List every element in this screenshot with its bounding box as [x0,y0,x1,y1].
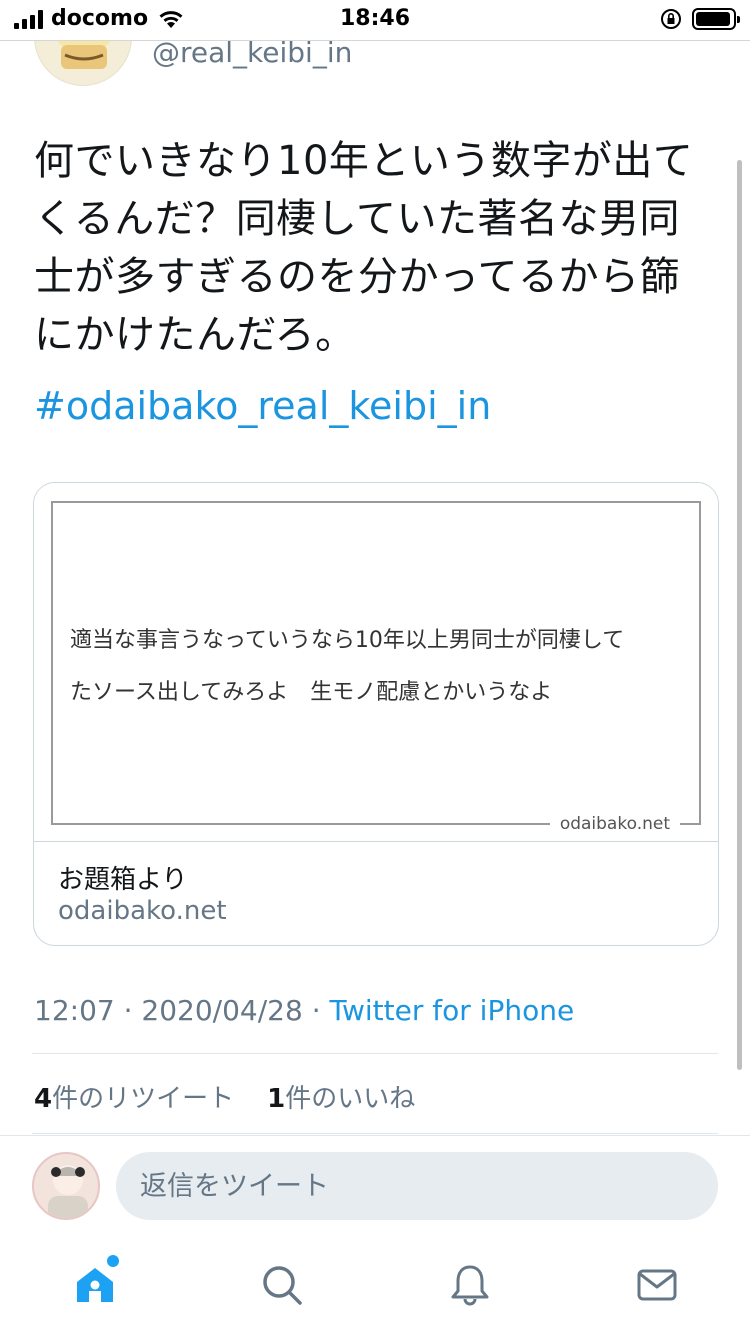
meta-divider [32,1053,718,1054]
status-bar: docomo 18:46 [0,0,750,40]
tweet-text: 何でいきなり10年という数字が出て くるんだ？同棲していた著名な男同 士が多すぎ… [34,138,694,358]
card-site: odaibako.net [58,896,227,926]
tweet-source-link[interactable]: Twitter for iPhone [330,994,575,1027]
link-card[interactable]: 適当な事言うなっていうなら10年以上男同士が同棲して たソース出してみろよ 生モ… [33,482,719,946]
card-image-domain: odaibako.net [549,813,680,835]
card-divider [34,841,718,842]
bell-icon [451,1265,489,1306]
tab-search[interactable] [256,1259,308,1311]
retweet-label: 件のリツイート [52,1084,235,1114]
status-time: 18:46 [339,6,411,31]
home-icon [77,1268,113,1302]
like-count: 1 [267,1084,286,1114]
tab-notifications[interactable] [444,1259,496,1311]
retweets-stat[interactable]: 4件のリツイート [34,1084,234,1114]
reply-input[interactable] [116,1152,718,1220]
meta-separator: · [311,994,321,1027]
mail-icon [637,1269,677,1301]
tab-bar [0,1237,750,1334]
reply-composer [0,1135,750,1237]
status-right [660,8,740,30]
tweet-stats: 4件のリツイート 1件のいいね [34,1078,415,1115]
status-divider [0,40,750,41]
new-tweets-dot [107,1255,119,1267]
likes-stat[interactable]: 1件のいいね [267,1084,415,1114]
my-avatar[interactable] [32,1152,100,1220]
tweet-time: 12:07 [34,994,115,1027]
battery-icon [692,8,740,30]
retweet-count: 4 [34,1084,53,1114]
card-title: お題箱より [58,865,188,895]
tweet-date: 2020/04/28 [141,994,303,1027]
tweet-hashtag-link[interactable]: #odaibako_real_keibi_in [34,384,491,428]
card-image: 適当な事言うなっていうなら10年以上男同士が同棲して たソース出してみろよ 生モ… [34,483,718,841]
scroll-indicator[interactable] [737,160,742,1070]
like-label: 件のいいね [285,1084,416,1114]
my-avatar-illustration [48,1165,88,1218]
tweet-meta: 12:07 · 2020/04/28 · Twitter for iPhone [34,994,574,1027]
stats-divider [32,1133,718,1134]
meta-separator: · [123,994,133,1027]
tweet-detail-screen: docomo 18:46 @real_keibi_in 何でいきなり10年という… [0,0,750,1334]
rotation-lock-icon [661,9,681,29]
tab-home[interactable] [69,1255,121,1311]
tab-messages[interactable] [631,1259,683,1311]
card-question-text: 適当な事言うなっていうなら10年以上男同士が同棲して たソース出してみろよ 生モ… [70,628,625,705]
search-icon [263,1266,302,1305]
